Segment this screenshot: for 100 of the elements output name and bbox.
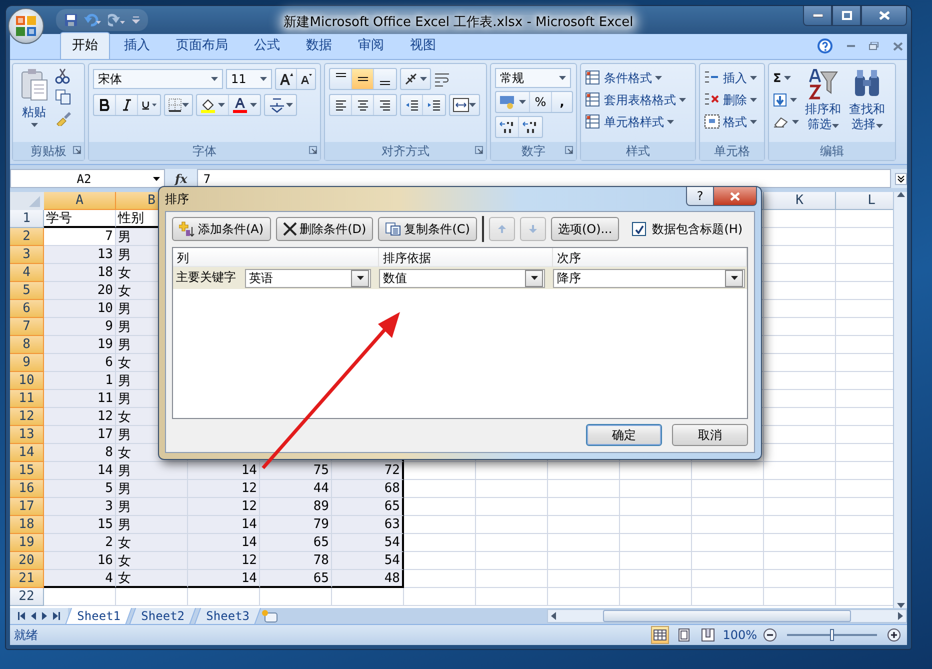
zoom-in-icon[interactable]	[887, 628, 901, 642]
help-icon[interactable]	[817, 38, 833, 54]
insert-sheet-icon[interactable]	[261, 609, 280, 623]
cell-styles-button[interactable]: 单元格样式	[585, 112, 686, 132]
formula-input[interactable]: 7	[197, 169, 891, 188]
row-header[interactable]: 1	[10, 210, 44, 228]
close-button[interactable]	[861, 6, 907, 26]
row-header[interactable]: 10	[10, 372, 44, 390]
next-sheet-icon[interactable]	[42, 612, 47, 620]
merge-button[interactable]	[449, 94, 480, 116]
row-header[interactable]: 11	[10, 390, 44, 408]
delete-cells-button[interactable]: 删除	[704, 90, 757, 110]
phonetic-button[interactable]	[264, 94, 297, 116]
expand-arrow-icon[interactable]	[895, 172, 907, 184]
name-box[interactable]: A2	[10, 169, 165, 188]
row-header[interactable]: 16	[10, 480, 44, 498]
column-dropdown[interactable]: 英语	[245, 268, 371, 288]
ok-button[interactable]: 确定	[586, 424, 662, 446]
row-header[interactable]: 20	[10, 552, 44, 570]
ribbon-tab[interactable]: 数据	[294, 32, 344, 59]
comma-button[interactable]: ,	[552, 92, 572, 112]
row-header[interactable]: 2	[10, 228, 44, 246]
copy-icon[interactable]	[55, 89, 71, 105]
sheet-tab[interactable]: Sheet3	[194, 608, 262, 624]
sort-on-dropdown[interactable]: 数值	[379, 268, 545, 288]
dialog-launcher-icon[interactable]	[475, 146, 483, 154]
font-size-field[interactable]: 11	[226, 69, 272, 89]
row-header[interactable]: 9	[10, 354, 44, 372]
copy-condition-button[interactable]: 复制条件(C)	[378, 217, 477, 241]
view-button[interactable]	[650, 626, 669, 644]
redo-icon[interactable]	[108, 13, 126, 27]
row-header[interactable]: 12	[10, 408, 44, 426]
previous-sheet-icon[interactable]	[31, 612, 36, 620]
format-cells-button[interactable]: 格式	[704, 112, 757, 132]
row-header[interactable]: 3	[10, 246, 44, 264]
row-header[interactable]: 6	[10, 300, 44, 318]
minimize-icon[interactable]	[847, 44, 855, 48]
row-header[interactable]: 21	[10, 570, 44, 588]
percent-button[interactable]: %	[530, 92, 552, 112]
first-sheet-icon[interactable]	[18, 612, 25, 620]
cut-icon[interactable]	[55, 68, 71, 84]
close-button[interactable]	[714, 187, 757, 206]
row-header[interactable]: 7	[10, 318, 44, 336]
minimize-button[interactable]	[803, 6, 832, 26]
view-button[interactable]	[698, 626, 717, 644]
ribbon-tab[interactable]: 开始	[60, 32, 110, 59]
checkbox[interactable]	[632, 222, 646, 236]
options-button[interactable]: 选项(O)...	[550, 217, 620, 241]
dialog-launcher-icon[interactable]	[73, 146, 81, 154]
insert-cells-button[interactable]: 插入	[704, 68, 757, 88]
cancel-button[interactable]: 取消	[672, 424, 748, 446]
row-header[interactable]: 8	[10, 336, 44, 354]
middle-align-button[interactable]	[352, 69, 374, 89]
last-sheet-icon[interactable]	[53, 612, 60, 620]
sort-filter-button[interactable]: 排序和 筛选	[803, 68, 843, 142]
sheet-tab[interactable]: Sheet2	[129, 608, 197, 624]
wrap-text-icon[interactable]	[434, 71, 450, 87]
row-header[interactable]: 19	[10, 534, 44, 552]
column-header[interactable]: L	[836, 192, 894, 210]
row-header[interactable]: 4	[10, 264, 44, 282]
row-header[interactable]: 14	[10, 444, 44, 462]
customize-arrow-icon[interactable]	[132, 16, 140, 24]
find-select-button[interactable]: 查找和 选择	[847, 68, 887, 142]
column-header[interactable]: A	[44, 192, 116, 210]
zoom-out-icon[interactable]	[763, 628, 777, 642]
orientation-button[interactable]	[400, 68, 431, 90]
close-icon[interactable]	[893, 42, 903, 50]
ribbon-tab[interactable]: 审阅	[346, 32, 396, 59]
dialog-launcher-icon[interactable]	[565, 146, 573, 154]
row-header[interactable]: 5	[10, 282, 44, 300]
ribbon-tab[interactable]: 视图	[398, 32, 448, 59]
borders-button[interactable]	[164, 94, 193, 116]
ribbon-tab[interactable]: 公式	[242, 32, 292, 59]
row-header[interactable]: 18	[10, 516, 44, 534]
autosum-button[interactable]: Σ	[773, 68, 799, 88]
order-dropdown[interactable]: 降序	[553, 268, 745, 288]
row-header[interactable]: 17	[10, 498, 44, 516]
slider-thumb[interactable]	[830, 629, 834, 641]
dialog-launcher-icon[interactable]	[309, 146, 317, 154]
undo-icon[interactable]	[84, 13, 102, 27]
maximize-button[interactable]	[832, 6, 861, 26]
office-button[interactable]	[8, 8, 44, 44]
brush-icon[interactable]	[55, 110, 71, 126]
number-format-field[interactable]: 常规	[495, 68, 571, 88]
format-as-table-button[interactable]: 套用表格格式	[585, 90, 686, 110]
paste-button[interactable]: 粘贴	[17, 68, 51, 142]
restore-icon[interactable]	[869, 42, 879, 50]
save-icon[interactable]	[64, 13, 78, 27]
row-header[interactable]: 13	[10, 426, 44, 444]
row-header[interactable]: 15	[10, 462, 44, 480]
add-condition-button[interactable]: 添加条件(A)	[172, 217, 271, 241]
row-header[interactable]: 22	[10, 588, 44, 606]
font-name-field[interactable]: 宋体	[93, 69, 223, 89]
conditional-format-button[interactable]: 条件格式	[585, 68, 686, 88]
help-button[interactable]: ?	[686, 187, 714, 206]
column-header[interactable]: K	[764, 192, 836, 210]
vertical-scrollbar[interactable]	[893, 192, 907, 608]
ribbon-tab[interactable]: 页面布局	[164, 32, 240, 59]
ribbon-tab[interactable]: 插入	[112, 32, 162, 59]
delete-condition-button[interactable]: 删除条件(D)	[276, 217, 374, 241]
